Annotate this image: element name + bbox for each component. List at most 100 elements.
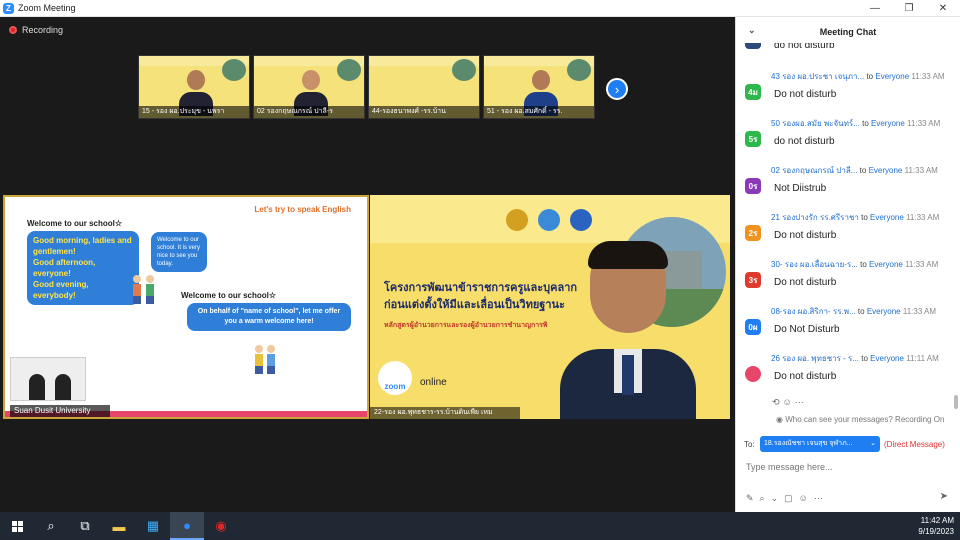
to-label: To: [744, 440, 755, 449]
task-view-button[interactable]: ⧉ [68, 512, 102, 540]
sender-name[interactable]: 30- รอง ผอ.เลื่อนฉาย-ร... [771, 260, 858, 269]
more-icon[interactable]: ⋯ [795, 397, 807, 407]
sender-name[interactable]: 02 รองกฤษณกรณ์ ปาลี... [771, 166, 857, 175]
sender-name[interactable]: 26 รอง ผอ. พุทธชาร - ร... [771, 354, 859, 363]
message-meta: 43 รอง ผอ.ประชา เจนุภา... to Everyone 11… [771, 70, 945, 83]
video-thumbnail[interactable]: 44-รองธนาพงศ์ -รร.บ้าน [368, 55, 480, 119]
window-title: Zoom Meeting [18, 3, 76, 13]
zoom-logo-icon: Z [3, 2, 14, 14]
message-text: Do not disturb [774, 277, 837, 288]
maximize-button[interactable]: ❐ [892, 0, 926, 17]
to-word: to [860, 260, 867, 269]
emoji-icon[interactable]: ☺ [799, 493, 814, 503]
chevron-down-icon: ⌄ [870, 440, 876, 447]
minimize-button[interactable]: — [858, 0, 892, 17]
zoom-app-button[interactable]: ● [170, 512, 204, 540]
chat-message: 30- รอง ผอ.เลื่อนฉาย-ร... to Everyone 11… [736, 258, 960, 305]
active-speaker-video[interactable]: โครงการพัฒนาข้าราชการครูและบุคลาก ก่อนแต… [370, 195, 730, 419]
message-text: do not disturb [774, 136, 835, 147]
shared-screen-video[interactable]: Let's try to speak English Welcome to ou… [3, 195, 369, 419]
video-thumbnail[interactable]: 51 - รอง ผอ.สมศักดิ์ - รร. [483, 55, 595, 119]
chat-message-input[interactable] [746, 458, 951, 476]
bubble-line: Good evening, everybody! [33, 280, 89, 300]
message-meta: 26 รอง ผอ. พุทธชาร - ร... to Everyone 11… [771, 352, 939, 365]
chat-message: 08-รอง ผอ.สิริกา- รร.พ... to Everyone 11… [736, 305, 960, 352]
slide-subtitle: ก่อนแต่งตั้งให้มีและเลื่อนเป็นวิทยฐานะ [384, 299, 565, 311]
reply-icon[interactable]: ⟲ [772, 397, 783, 407]
close-button[interactable]: ✕ [926, 0, 960, 17]
sender-name[interactable]: 43 รอง ผอ.ประชา เจนุภา... [771, 72, 864, 81]
video-thumbnail[interactable]: 02 รองกฤษณกรณ์ ปาลี-ร [253, 55, 365, 119]
folder-icon: ▬ [112, 518, 126, 534]
avatar: 2ร [745, 225, 761, 241]
sender-name[interactable]: 21 รองปางรัก รร.ศรีราชา [771, 213, 859, 222]
slide-caption: หลักสูตรผู้อำนวยการและรองผู้อำนวยการชำนา… [384, 322, 548, 329]
participant-name: 15 - รอง ผอ.ประมุข - นพรา [139, 106, 249, 118]
speech-bubble: On behalf of "name of school", let me of… [187, 303, 351, 331]
avatar [745, 366, 761, 382]
app-button[interactable]: ◉ [204, 512, 238, 540]
chat-message-list[interactable]: do not disturb 43 รอง ผอ.ประชา เจนุภา...… [736, 43, 960, 393]
recording-indicator[interactable]: Recording [9, 25, 63, 35]
chevron-down-icon[interactable]: ⌄ [771, 493, 785, 503]
speaker-figure [560, 241, 696, 419]
start-button[interactable] [0, 512, 34, 540]
sender-name[interactable]: 50 รองผอ.สมัย พะจันทร์... [771, 119, 860, 128]
window-controls: — ❐ ✕ [858, 0, 960, 17]
chevron-down-icon[interactable]: ⌄ [748, 25, 756, 36]
avatar: 0ผ [745, 319, 761, 335]
chevron-right-icon: › [614, 81, 620, 97]
participant-name: Suan Dusit University [10, 405, 110, 417]
format-icon[interactable]: ✎ [746, 493, 760, 503]
more-icon[interactable]: ⋯ [814, 493, 829, 503]
participant-name: 02 รองกฤษณกรณ์ ปาลี-ร [254, 106, 364, 118]
message-meta: 30- รอง ผอ.เลื่อนฉาย-ร... to Everyone 11… [771, 258, 938, 271]
send-icon[interactable]: ➤ [940, 491, 948, 502]
message-text: Do Not Disturb [774, 324, 840, 335]
search-button[interactable]: ⌕ [34, 512, 68, 540]
store-button[interactable]: ▦ [136, 512, 170, 540]
participant-figure [29, 374, 45, 400]
bubble-line: gentlemen! [33, 247, 76, 256]
message-time: 11:33 AM [904, 166, 938, 175]
message-time: 11:11 AM [906, 354, 939, 363]
emoji-react-icon[interactable]: ☺ [783, 397, 795, 407]
online-label: online [420, 377, 447, 388]
to-word: to [859, 166, 867, 175]
video-thumbnail[interactable]: 15 - รอง ผอ.ประมุข - นพรา [138, 55, 250, 119]
emblem-icon [538, 209, 560, 231]
message-text: Do not disturb [774, 371, 837, 382]
chat-message: 02 รองกฤษณกรณ์ ปาลี... to Everyone 11:33… [736, 164, 960, 211]
visibility-notice[interactable]: ◉ Who can see your messages? Recording O… [776, 415, 944, 424]
message-text: Do not disturb [774, 89, 837, 100]
speech-bubble: Welcome to our school. It is very nice t… [151, 232, 207, 272]
file-icon[interactable]: ▢ [784, 493, 799, 503]
to-word: to [866, 72, 874, 81]
slide-heading: Welcome to our school☆ [181, 291, 277, 300]
message-time: 11:33 AM [905, 260, 939, 269]
cartoon-child [267, 345, 275, 375]
file-explorer-button[interactable]: ▬ [102, 512, 136, 540]
chat-message: 21 รองปางรัก รร.ศรีราชา to Everyone 11:3… [736, 211, 960, 258]
screenshot-icon[interactable]: ⌕ [760, 493, 771, 503]
chat-scrollbar[interactable] [954, 395, 958, 409]
next-page-button[interactable]: › [606, 78, 628, 100]
self-view-video [10, 357, 86, 401]
recipient-select[interactable]: 18.รองณัชชา เจนสุข จุฬาภ... ⌄ [760, 436, 880, 452]
bubble-line: Good morning, ladies and [33, 236, 132, 245]
search-icon: ⌕ [47, 518, 55, 533]
slide-tag: Let's try to speak English [254, 205, 351, 214]
sender-name[interactable]: 08-รอง ผอ.สิริกา- รร.พ... [771, 307, 856, 316]
cartoon-child [133, 275, 141, 305]
participant-name: 51 - รอง ผอ.สมศักดิ์ - รร. [484, 106, 594, 118]
chat-message: 50 รองผอ.สมัย พะจันทร์... to Everyone 11… [736, 117, 960, 164]
direct-message-label: (Direct Message) [884, 440, 945, 449]
hed-logo-icon [570, 209, 592, 231]
system-clock[interactable]: 11:42 AM 9/19/2023 [918, 515, 954, 537]
chat-message: do not disturb [736, 43, 960, 68]
notice-text: Who can see your messages? Recording On [785, 415, 945, 424]
avatar [745, 43, 761, 49]
message-time: 11:33 AM [902, 307, 937, 316]
participant-figure [55, 374, 71, 400]
title-bar: Z Zoom Meeting — ❐ ✕ [0, 0, 960, 17]
